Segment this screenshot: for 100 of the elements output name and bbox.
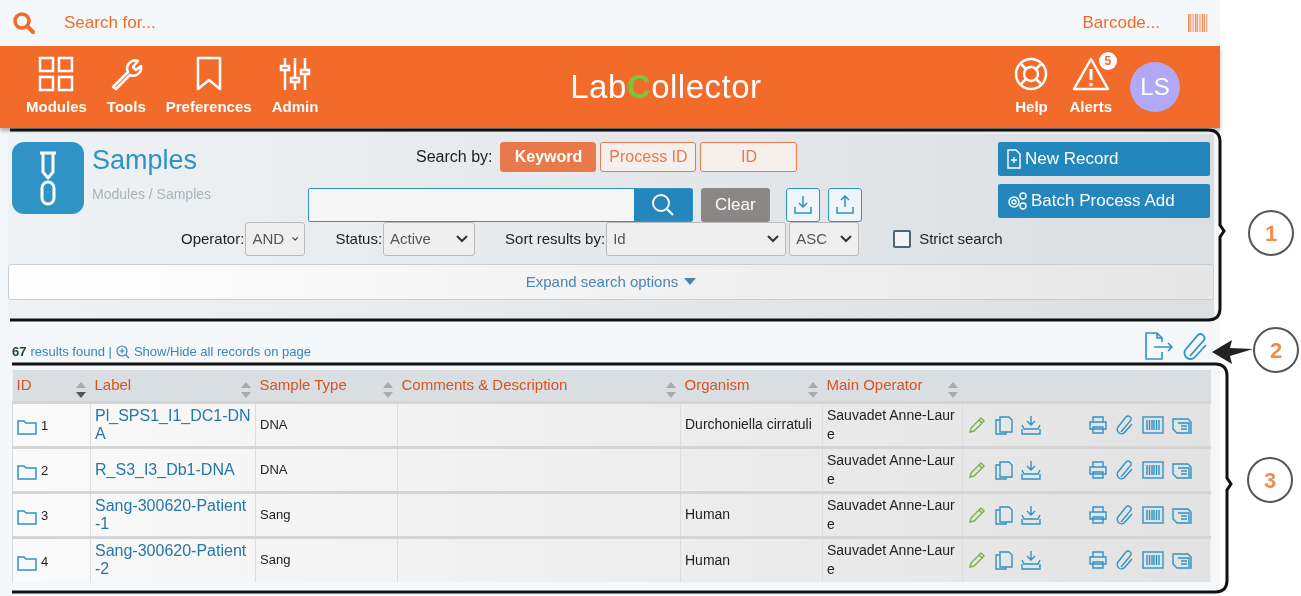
barcode-icon (1142, 414, 1164, 435)
copy-button[interactable] (994, 459, 1014, 480)
callout-marker: 3 (1247, 457, 1293, 503)
record-label-link[interactable]: Pl_SPS1_I1_DC1-DNA (95, 406, 251, 443)
results-text: results found | (30, 343, 112, 362)
barcode-button[interactable] (1142, 414, 1164, 435)
paperclip-icon (1115, 550, 1135, 571)
filter-label: Sort results by: (505, 228, 606, 249)
nav-item[interactable]: Help (1003, 55, 1060, 119)
copy-button[interactable] (994, 414, 1014, 435)
filter-select[interactable]: Id (606, 222, 787, 256)
attachment-button[interactable] (1182, 332, 1208, 360)
folder-icon (17, 509, 37, 525)
filter-label: Operator: (181, 228, 245, 249)
print-button[interactable] (1088, 414, 1108, 435)
expand-search-link[interactable]: Expand search options (525, 270, 679, 294)
print-button[interactable] (1088, 504, 1108, 525)
upload-icon (834, 195, 855, 215)
record-id[interactable]: 2 (41, 462, 49, 480)
action-button[interactable]: Batch Process Add (998, 184, 1210, 218)
search-by-label: Search by: (416, 147, 493, 167)
download-icon (792, 195, 813, 215)
arrow-annotation (1212, 340, 1253, 364)
filter-select[interactable]: Active (383, 222, 476, 256)
column-header[interactable]: ID (16, 376, 32, 393)
filter-label: Status: (335, 228, 383, 249)
nav-item[interactable]: Admin (261, 55, 329, 119)
download-button[interactable] (1021, 550, 1041, 571)
edit-button[interactable] (967, 550, 987, 571)
search-mode-tab[interactable]: Keyword (500, 142, 597, 172)
module-title: Samples (92, 146, 199, 176)
record-label-link[interactable]: Sang-300620-Patient-1 (95, 496, 251, 533)
table-cell: Sang (260, 506, 291, 522)
print-button[interactable] (1088, 459, 1108, 480)
download-button[interactable] (1021, 414, 1041, 435)
paperclip-icon (1115, 459, 1135, 480)
nav-item[interactable]: Tools (96, 55, 156, 119)
record-label-link[interactable]: R_S3_I3_Db1-DNA (95, 460, 251, 479)
copy-button[interactable] (994, 550, 1014, 571)
search-button[interactable] (634, 189, 692, 221)
download-button[interactable] (785, 188, 820, 222)
folder-icon (17, 419, 37, 435)
tray-download-icon (1021, 414, 1041, 435)
printer-icon (1088, 504, 1108, 525)
attach-button[interactable] (1115, 550, 1135, 571)
callout-marker: 2 (1253, 327, 1299, 373)
barcode-icon (1142, 550, 1164, 571)
download-button[interactable] (1021, 504, 1041, 525)
copy-icon (994, 414, 1014, 435)
record-id[interactable]: 3 (41, 507, 49, 525)
attach-button[interactable] (1115, 504, 1135, 525)
action-button[interactable]: New Record (998, 142, 1210, 176)
table-cell: Sang (260, 552, 291, 568)
paperclip-icon (1182, 332, 1208, 360)
lifebuoy-icon (1013, 55, 1050, 92)
show-hide-link[interactable]: Show/Hide all records on page (115, 342, 311, 362)
tray-download-icon (1021, 550, 1041, 571)
attach-button[interactable] (1115, 414, 1135, 435)
upload-button[interactable] (827, 188, 862, 222)
filter-select[interactable]: AND (245, 222, 306, 256)
barcode-button[interactable] (1142, 550, 1164, 571)
export-button[interactable] (1144, 332, 1174, 360)
barcode-button[interactable] (1142, 459, 1164, 480)
barcode-field[interactable]: Barcode... (1082, 13, 1160, 33)
search-mode-tab[interactable]: ID (700, 142, 798, 172)
keyword-search-field[interactable] (308, 188, 693, 222)
strict-search-checkbox[interactable] (893, 230, 912, 248)
sliders-icon (278, 55, 311, 92)
paperclip-icon (1115, 414, 1135, 435)
user-avatar[interactable]: LS (1130, 62, 1180, 112)
chevron-down-icon (456, 235, 469, 243)
download-button[interactable] (1021, 459, 1041, 480)
nav-item[interactable]: Preferences (155, 55, 262, 119)
nav-item[interactable]: Modules (16, 55, 97, 119)
chevron-down-icon (767, 235, 780, 243)
logo: LabCollector (570, 67, 762, 108)
search-field[interactable]: Search for... (64, 10, 156, 36)
label-button[interactable] (1171, 550, 1193, 571)
barcode-icon (1188, 14, 1208, 32)
record-label-link[interactable]: Sang-300620-Patient-2 (95, 542, 251, 579)
record-id[interactable]: 1 (41, 417, 49, 435)
search-mode-tab[interactable]: Process ID (600, 142, 697, 172)
folder-icon (17, 554, 37, 571)
breadcrumb-text[interactable]: Modules / Samples (92, 183, 212, 205)
alert-count-badge: 5 (1098, 51, 1117, 70)
column-header[interactable]: Label (94, 376, 132, 393)
strict-search-label: Strict search (919, 228, 1003, 249)
search-icon (651, 193, 675, 217)
attach-button[interactable] (1115, 459, 1135, 480)
printer-icon (1088, 459, 1108, 480)
tray-download-icon (1021, 459, 1041, 480)
filter-select[interactable]: ASC (789, 222, 860, 256)
table-cell: Sauvadet Anne-Laure (827, 406, 955, 442)
barcode-button[interactable] (1142, 504, 1164, 525)
clear-button[interactable]: Clear (701, 188, 770, 222)
print-button[interactable] (1088, 550, 1108, 571)
copy-icon (994, 459, 1014, 480)
chevron-down-icon (292, 235, 299, 243)
copy-button[interactable] (994, 504, 1014, 525)
record-id[interactable]: 4 (41, 552, 49, 571)
